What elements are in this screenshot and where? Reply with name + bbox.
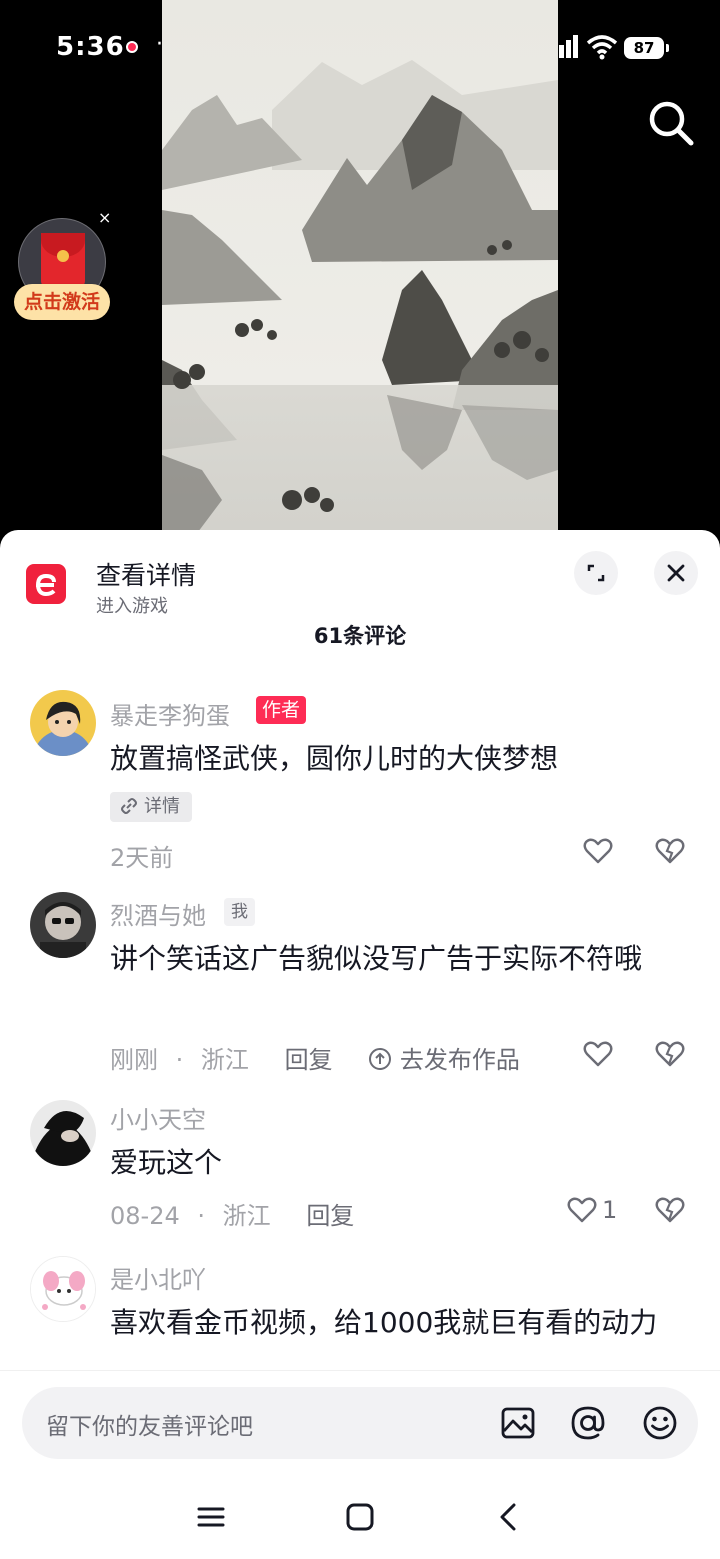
comment-time: 刚刚 xyxy=(110,1046,158,1074)
reply-button[interactable]: 回复 xyxy=(285,1046,333,1074)
comment-username[interactable]: 暴走李狗蛋 xyxy=(110,696,230,731)
status-time: 5:36 xyxy=(56,32,125,62)
app-logo-icon xyxy=(26,564,66,604)
heart-icon[interactable] xyxy=(566,1194,598,1226)
comment-text: 讲个笑话这广告貌似没写广告于实际不符哦 xyxy=(110,942,643,975)
red-envelope-icon xyxy=(41,233,85,287)
publish-work-button[interactable]: 去发布作品 xyxy=(368,1046,520,1074)
author-badge: 作者 xyxy=(256,696,307,724)
comment-sheet: 查看详情 进入游戏 61条评论 暴走李狗蛋 作者 放置搞怪武侠，圆你儿时的大侠梦… xyxy=(0,530,720,1559)
comment-meta: 08-24 · 浙江 回复 xyxy=(110,1202,355,1230)
ad-subtitle: 进入游戏 xyxy=(96,596,168,617)
battery-indicator: 87 xyxy=(624,37,669,59)
detail-chip[interactable]: 详情 xyxy=(110,792,192,822)
avatar[interactable] xyxy=(30,892,96,958)
comment-time: 08-24 xyxy=(110,1202,180,1230)
comment-username[interactable]: 小小天空 xyxy=(110,1100,206,1135)
back-icon[interactable] xyxy=(492,1500,526,1534)
comment-input[interactable]: 留下你的友善评论吧 xyxy=(22,1387,698,1459)
comment-time: 2天前 xyxy=(110,844,174,872)
broken-heart-icon[interactable] xyxy=(654,835,686,867)
promo-close-button[interactable]: × xyxy=(98,210,111,226)
menu-icon[interactable] xyxy=(194,1500,228,1534)
avatar[interactable] xyxy=(30,1256,96,1322)
heart-icon[interactable] xyxy=(582,835,614,867)
avatar[interactable] xyxy=(30,690,96,756)
wifi-icon xyxy=(586,35,618,60)
comment-username[interactable]: 是小北吖 xyxy=(110,1260,206,1295)
activate-button[interactable]: 点击激活 xyxy=(14,284,110,320)
me-badge: 我 xyxy=(224,898,255,926)
at-icon[interactable] xyxy=(568,1403,608,1443)
upload-icon xyxy=(369,1048,392,1070)
expand-button[interactable] xyxy=(574,551,618,595)
comment-input-placeholder: 留下你的友善评论吧 xyxy=(46,1414,253,1440)
link-icon xyxy=(121,798,137,814)
image-icon[interactable] xyxy=(498,1403,538,1443)
broken-heart-icon[interactable] xyxy=(654,1038,686,1070)
home-icon[interactable] xyxy=(343,1500,377,1534)
publish-label: 去发布作品 xyxy=(399,1046,520,1074)
emoji-icon[interactable] xyxy=(640,1403,680,1443)
close-sheet-button[interactable] xyxy=(654,551,698,595)
video-player[interactable] xyxy=(162,0,558,540)
system-nav-bar xyxy=(0,1490,720,1559)
reply-button[interactable]: 回复 xyxy=(306,1202,354,1230)
comment-meta: 刚刚 · 浙江 回复 去发布作品 xyxy=(110,1046,520,1074)
detail-chip-label: 详情 xyxy=(144,796,180,817)
heart-icon[interactable] xyxy=(582,1038,614,1070)
avatar[interactable] xyxy=(30,1100,96,1166)
comment-location: 浙江 xyxy=(200,1046,249,1074)
comment-username[interactable]: 烈酒与她 xyxy=(110,896,206,931)
ad-title[interactable]: 查看详情 xyxy=(96,556,196,592)
comment-text: 放置搞怪武侠，圆你儿时的大侠梦想 xyxy=(110,742,559,775)
comment-input-bar: 留下你的友善评论吧 xyxy=(0,1370,720,1490)
close-icon xyxy=(667,564,685,582)
comment-text: 喜欢看金币视频，给1000我就巨有看的动力 xyxy=(110,1306,658,1339)
comment-text: 爱玩这个 xyxy=(110,1146,223,1179)
recording-dot-icon xyxy=(126,41,138,53)
ad-bar[interactable]: 查看详情 进入游戏 xyxy=(0,530,720,620)
like-count: 1 xyxy=(602,1196,618,1224)
search-icon[interactable] xyxy=(646,98,696,148)
landscape-painting-image xyxy=(162,0,558,540)
broken-heart-icon[interactable] xyxy=(654,1194,686,1226)
comment-count: 61条评论 xyxy=(313,624,407,648)
comment-location: 浙江 xyxy=(222,1202,271,1230)
expand-icon xyxy=(587,564,605,582)
